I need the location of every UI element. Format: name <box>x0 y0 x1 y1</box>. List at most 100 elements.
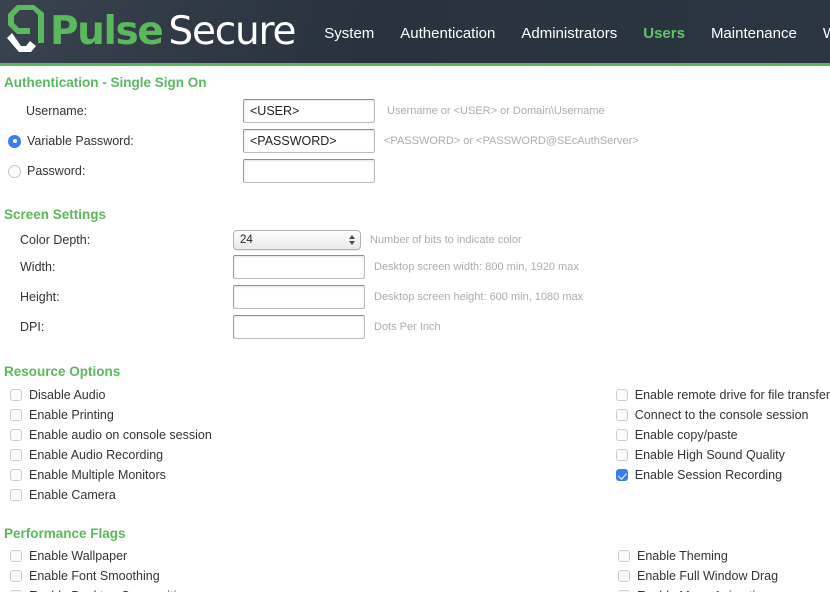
dpi-input[interactable] <box>233 315 365 339</box>
checkbox-row-disable-audio[interactable]: Disable Audio <box>10 385 616 405</box>
username-input[interactable] <box>243 99 375 123</box>
nav-item-administrators[interactable]: Administrators <box>508 21 630 46</box>
enable-audio-console-checkbox[interactable] <box>10 429 22 441</box>
checkbox-row-enable-full-window-drag[interactable]: Enable Full Window Drag <box>618 566 830 586</box>
checkbox-row-enable-audio-recording[interactable]: Enable Audio Recording <box>10 445 616 465</box>
section-title-screen-settings: Screen Settings <box>4 207 107 222</box>
performance-flags-left-column: Enable Wallpaper Enable Font Smoothing E… <box>0 546 618 592</box>
checkbox-row-connect-console-session[interactable]: Connect to the console session <box>615 405 830 425</box>
enable-multiple-monitors-label: Enable Multiple Monitors <box>29 468 166 482</box>
settings-form: Authentication - Single Sign On Username… <box>0 75 830 592</box>
enable-session-recording-label: Enable Session Recording <box>634 468 783 482</box>
section-title-resource-options: Resource Options <box>4 364 121 379</box>
disable-audio-label: Disable Audio <box>29 388 106 402</box>
username-hint: Username or <USER> or Domain\Username <box>387 105 605 117</box>
enable-theming-checkbox[interactable] <box>618 550 630 562</box>
variable-password-label: Variable Password: <box>27 134 134 148</box>
field-row-width: Width: Desktop screen width: 800 min, 19… <box>0 255 830 279</box>
enable-remote-drive-checkbox[interactable] <box>615 389 628 401</box>
section-title-authentication: Authentication - Single Sign On <box>4 75 207 90</box>
nav-item-users[interactable]: Users <box>630 21 698 46</box>
enable-high-sound-quality-label: Enable High Sound Quality <box>634 448 785 462</box>
variable-password-hint: <PASSWORD> or <PASSWORD@SEcAuthServer> <box>384 135 639 147</box>
enable-printing-label: Enable Printing <box>29 408 114 422</box>
nav-item-authentication[interactable]: Authentication <box>387 21 508 46</box>
variable-password-radio[interactable] <box>8 134 21 148</box>
pulse-secure-s-logo-icon <box>7 4 44 52</box>
width-label: Width: <box>20 260 56 274</box>
enable-full-window-drag-checkbox[interactable] <box>618 570 630 582</box>
checkbox-row-enable-desktop-composition[interactable]: Enable Desktop Composition <box>10 586 618 592</box>
color-depth-select[interactable]: 24 <box>233 230 361 250</box>
field-row-dpi: DPI: Dots Per Inch <box>0 315 830 339</box>
password-label: Password: <box>27 164 86 178</box>
resource-options-right-column: Enable remote drive for file transfer Co… <box>615 385 830 505</box>
brand-wordmark: Pulse Secure <box>50 9 296 54</box>
checkbox-row-enable-audio-console[interactable]: Enable audio on console session <box>10 425 616 445</box>
enable-copy-paste-label: Enable copy/paste <box>634 428 738 442</box>
checkbox-row-enable-font-smoothing[interactable]: Enable Font Smoothing <box>10 566 618 586</box>
checkbox-row-enable-menu-animations[interactable]: Enable Menu Animations <box>618 586 830 592</box>
brand-logo: Pulse Secure <box>4 1 296 63</box>
enable-copy-paste-checkbox[interactable] <box>615 429 628 441</box>
enable-font-smoothing-checkbox[interactable] <box>10 570 22 582</box>
nav-item-maintenance[interactable]: Maintenance <box>698 21 810 46</box>
performance-flags-columns: Enable Wallpaper Enable Font Smoothing E… <box>0 546 830 592</box>
main-navigation: System Authentication Administrators Use… <box>311 17 830 46</box>
enable-wallpaper-checkbox[interactable] <box>10 550 22 562</box>
field-row-variable-password: Variable Password: <PASSWORD> or <PASSWO… <box>0 129 830 153</box>
width-input[interactable] <box>233 255 365 279</box>
connect-console-session-checkbox[interactable] <box>615 409 628 421</box>
enable-remote-drive-label: Enable remote drive for file transfer <box>634 388 830 402</box>
height-label: Height: <box>20 290 60 304</box>
checkbox-row-enable-printing[interactable]: Enable Printing <box>10 405 616 425</box>
enable-camera-checkbox[interactable] <box>10 489 22 501</box>
username-label: Username: <box>26 104 88 118</box>
section-title-performance-flags: Performance Flags <box>4 526 126 541</box>
enable-full-window-drag-label: Enable Full Window Drag <box>637 569 779 583</box>
field-row-username: Username: Username or <USER> or Domain\U… <box>0 99 830 123</box>
enable-multiple-monitors-checkbox[interactable] <box>10 469 22 481</box>
width-hint: Desktop screen width: 800 min, 1920 max <box>374 261 579 273</box>
nav-item-system[interactable]: System <box>311 21 387 46</box>
enable-font-smoothing-label: Enable Font Smoothing <box>29 569 160 583</box>
enable-audio-console-label: Enable audio on console session <box>29 428 212 442</box>
enable-wallpaper-label: Enable Wallpaper <box>29 549 128 563</box>
checkbox-row-enable-session-recording[interactable]: Enable Session Recording <box>615 465 830 485</box>
field-row-color-depth: Color Depth: 24 Number of bits to indica… <box>0 230 830 250</box>
checkbox-row-enable-multiple-monitors[interactable]: Enable Multiple Monitors <box>10 465 616 485</box>
enable-session-recording-checkbox[interactable] <box>615 469 628 481</box>
password-radio[interactable] <box>8 164 21 178</box>
height-hint: Desktop screen height: 600 min, 1080 max <box>374 291 584 303</box>
color-depth-hint: Number of bits to indicate color <box>370 234 522 246</box>
checkbox-row-enable-high-sound-quality[interactable]: Enable High Sound Quality <box>615 445 830 465</box>
enable-audio-recording-label: Enable Audio Recording <box>29 448 164 462</box>
field-row-height: Height: Desktop screen height: 600 min, … <box>0 285 830 309</box>
password-input[interactable] <box>243 159 375 183</box>
checkbox-row-enable-copy-paste[interactable]: Enable copy/paste <box>615 425 830 445</box>
resource-options-left-column: Disable Audio Enable Printing Enable aud… <box>0 385 616 505</box>
enable-printing-checkbox[interactable] <box>10 409 22 421</box>
disable-audio-checkbox[interactable] <box>10 389 22 401</box>
brand-word-pulse: Pulse <box>50 9 164 54</box>
enable-theming-label: Enable Theming <box>637 549 728 563</box>
field-row-password: Password: <box>0 159 830 183</box>
checkbox-row-enable-remote-drive[interactable]: Enable remote drive for file transfer <box>615 385 830 405</box>
dpi-hint: Dots Per Inch <box>374 321 441 333</box>
connect-console-session-label: Connect to the console session <box>634 408 809 422</box>
checkbox-row-enable-camera[interactable]: Enable Camera <box>10 485 616 505</box>
variable-password-input[interactable] <box>243 129 375 153</box>
height-input[interactable] <box>233 285 365 309</box>
enable-high-sound-quality-checkbox[interactable] <box>615 449 628 461</box>
dpi-label: DPI: <box>20 320 45 334</box>
nav-item-wizards[interactable]: Wizards <box>810 21 830 46</box>
checkbox-row-enable-wallpaper[interactable]: Enable Wallpaper <box>10 546 618 566</box>
checkbox-row-enable-theming[interactable]: Enable Theming <box>618 546 830 566</box>
brand-word-secure: Secure <box>168 9 296 54</box>
enable-audio-recording-checkbox[interactable] <box>10 449 22 461</box>
color-depth-label: Color Depth: <box>20 233 91 247</box>
color-depth-select-wrapper: 24 <box>233 230 361 250</box>
app-header: Pulse Secure System Authentication Admin… <box>0 0 830 66</box>
enable-camera-label: Enable Camera <box>29 488 116 502</box>
performance-flags-right-column: Enable Theming Enable Full Window Drag E… <box>618 546 830 592</box>
